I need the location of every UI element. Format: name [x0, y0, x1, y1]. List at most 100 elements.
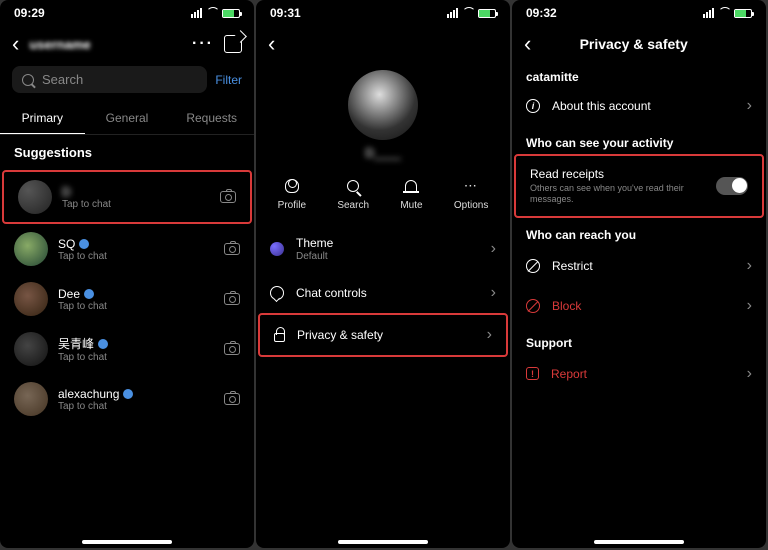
- block-icon: [526, 299, 540, 313]
- search-row: Search Filter: [0, 62, 254, 97]
- avatar[interactable]: [14, 282, 48, 316]
- about-label: About this account: [552, 99, 735, 113]
- search-input[interactable]: Search: [12, 66, 207, 93]
- more-icon[interactable]: ···: [192, 35, 214, 53]
- signal-icon: [703, 8, 714, 18]
- chat-name: D: [62, 185, 71, 199]
- chat-sub: Tap to chat: [58, 251, 214, 262]
- status-bar: 09:29: [0, 0, 254, 26]
- tabs: Primary General Requests: [0, 103, 254, 135]
- chat-name: SQ: [58, 237, 75, 251]
- avatar[interactable]: [14, 232, 48, 266]
- chat-row[interactable]: D Tap to chat: [4, 172, 250, 222]
- profile-name: D____: [256, 146, 510, 160]
- tab-requests[interactable]: Requests: [169, 103, 254, 134]
- chevron-right-icon: ›: [747, 257, 752, 275]
- chat-controls-label: Chat controls: [296, 286, 479, 300]
- section-reach: Who can reach you: [512, 218, 766, 246]
- camera-icon[interactable]: [224, 343, 240, 355]
- chevron-right-icon: ›: [747, 365, 752, 383]
- search-icon: [22, 74, 34, 86]
- chat-icon: [270, 286, 284, 300]
- filter-link[interactable]: Filter: [215, 73, 242, 87]
- account-username: catamitte: [512, 62, 766, 86]
- read-receipts-label: Read receipts: [530, 167, 704, 181]
- camera-icon[interactable]: [224, 243, 240, 255]
- section-activity: Who can see your activity: [512, 126, 766, 154]
- read-receipts-toggle[interactable]: [716, 177, 748, 195]
- back-icon[interactable]: ‹: [268, 31, 275, 57]
- info-icon: i: [526, 99, 540, 113]
- report-icon: !: [526, 367, 539, 380]
- row-block[interactable]: Block ›: [512, 286, 766, 326]
- suggestions-label: Suggestions: [0, 135, 254, 170]
- chat-row[interactable]: 吴青峰 Tap to chat: [0, 324, 254, 374]
- row-chat-controls[interactable]: Chat controls ›: [256, 273, 510, 313]
- home-indicator[interactable]: [338, 540, 428, 544]
- row-about-account[interactable]: i About this account ›: [512, 86, 766, 126]
- chat-row[interactable]: Dee Tap to chat: [0, 274, 254, 324]
- restrict-icon: [526, 259, 540, 273]
- home-indicator[interactable]: [82, 540, 172, 544]
- row-restrict[interactable]: Restrict ›: [512, 246, 766, 286]
- row-report[interactable]: ! Report ›: [512, 354, 766, 394]
- header: ‹ Privacy & safety: [512, 26, 766, 62]
- profile-avatar[interactable]: [348, 70, 418, 140]
- lock-icon: [274, 333, 285, 342]
- row-theme[interactable]: Theme Default ›: [256, 225, 510, 273]
- signal-icon: [447, 8, 458, 18]
- chevron-right-icon: ›: [487, 326, 492, 344]
- camera-icon[interactable]: [224, 293, 240, 305]
- pane-privacy-safety: 09:32 ‹ Privacy & safety catamitte i Abo…: [512, 0, 766, 548]
- status-bar: 09:32: [512, 0, 766, 26]
- compose-icon[interactable]: [224, 35, 242, 53]
- chat-row[interactable]: alexachung Tap to chat: [0, 374, 254, 424]
- battery-icon: [478, 9, 496, 18]
- theme-icon: [270, 242, 284, 256]
- wifi-icon: [206, 9, 218, 18]
- camera-icon[interactable]: [220, 191, 236, 203]
- action-search[interactable]: Search: [337, 176, 369, 211]
- verified-icon: [84, 289, 94, 299]
- signal-icon: [191, 8, 202, 18]
- action-profile[interactable]: Profile: [278, 176, 306, 211]
- action-mute[interactable]: Mute: [400, 176, 422, 211]
- avatar[interactable]: [18, 180, 52, 214]
- header-title: Privacy & safety: [541, 36, 726, 52]
- camera-icon[interactable]: [224, 393, 240, 405]
- tab-general[interactable]: General: [85, 103, 170, 134]
- status-icons: [191, 6, 240, 20]
- back-icon[interactable]: ‹: [524, 31, 531, 57]
- back-icon[interactable]: ‹: [12, 31, 19, 57]
- avatar[interactable]: [14, 382, 48, 416]
- header: ‹: [256, 26, 510, 62]
- header-username[interactable]: username: [29, 37, 90, 52]
- chevron-right-icon: ›: [491, 240, 496, 258]
- home-indicator[interactable]: [594, 540, 684, 544]
- bell-icon: [405, 180, 417, 193]
- chat-name: Dee: [58, 287, 80, 301]
- chat-row[interactable]: SQ Tap to chat: [0, 224, 254, 274]
- dots-icon: ···: [461, 176, 481, 196]
- wifi-icon: [718, 9, 730, 18]
- row-read-receipts[interactable]: Read receipts Others can see when you've…: [516, 156, 762, 216]
- restrict-label: Restrict: [552, 259, 735, 273]
- chat-sub: Tap to chat: [62, 199, 210, 210]
- chat-text: D Tap to chat: [62, 185, 210, 210]
- verified-icon: [79, 239, 89, 249]
- avatar[interactable]: [14, 332, 48, 366]
- pane-profile: 09:31 ‹ D____ Profile Search Mute ···Opt…: [256, 0, 510, 548]
- search-placeholder: Search: [42, 72, 83, 87]
- row-privacy-safety[interactable]: Privacy & safety ›: [260, 315, 506, 355]
- privacy-safety-label: Privacy & safety: [297, 328, 475, 342]
- chevron-right-icon: ›: [747, 297, 752, 315]
- chat-name: 吴青峰: [58, 335, 94, 352]
- block-label: Block: [552, 299, 735, 313]
- action-options[interactable]: ···Options: [454, 176, 488, 211]
- battery-icon: [734, 9, 752, 18]
- highlight-read-receipts: Read receipts Others can see when you've…: [514, 154, 764, 218]
- action-row: Profile Search Mute ···Options: [256, 170, 510, 225]
- tab-primary[interactable]: Primary: [0, 103, 85, 134]
- chat-sub: Tap to chat: [58, 352, 214, 363]
- clock: 09:29: [14, 6, 45, 20]
